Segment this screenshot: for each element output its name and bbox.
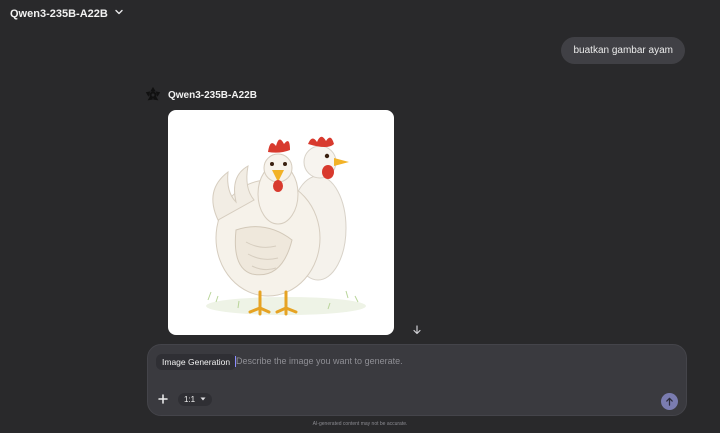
add-attachment-button[interactable] — [156, 393, 170, 407]
qwen-logo-icon — [144, 86, 162, 104]
arrow-up-icon — [665, 393, 674, 411]
download-button[interactable] — [409, 323, 425, 339]
model-name: Qwen3-235B-A22B — [10, 7, 108, 20]
caret-down-icon — [200, 395, 206, 404]
user-message-bubble: buatkan gambar ayam — [561, 37, 685, 64]
aspect-ratio-value: 1:1 — [184, 395, 196, 404]
assistant-header: Qwen3-235B-A22B — [144, 86, 257, 104]
chicken-illustration — [206, 136, 366, 316]
assistant-name: Qwen3-235B-A22B — [168, 89, 257, 101]
arrow-down-icon — [412, 322, 422, 340]
prompt-input[interactable] — [236, 353, 636, 369]
aspect-ratio-select[interactable]: 1:1 — [178, 393, 213, 406]
send-button[interactable] — [661, 393, 678, 410]
chevron-down-icon — [114, 7, 124, 20]
generated-image[interactable] — [168, 110, 394, 335]
image-generation-chip[interactable]: Image Generation — [156, 354, 237, 370]
model-switcher[interactable]: Qwen3-235B-A22B — [10, 7, 124, 20]
user-message-text: buatkan gambar ayam — [573, 45, 673, 56]
prompt-composer: Image Generation 1:1 — [147, 344, 687, 416]
disclaimer-text: AI-generated content may not be accurate… — [312, 421, 408, 427]
plus-icon — [158, 391, 168, 409]
